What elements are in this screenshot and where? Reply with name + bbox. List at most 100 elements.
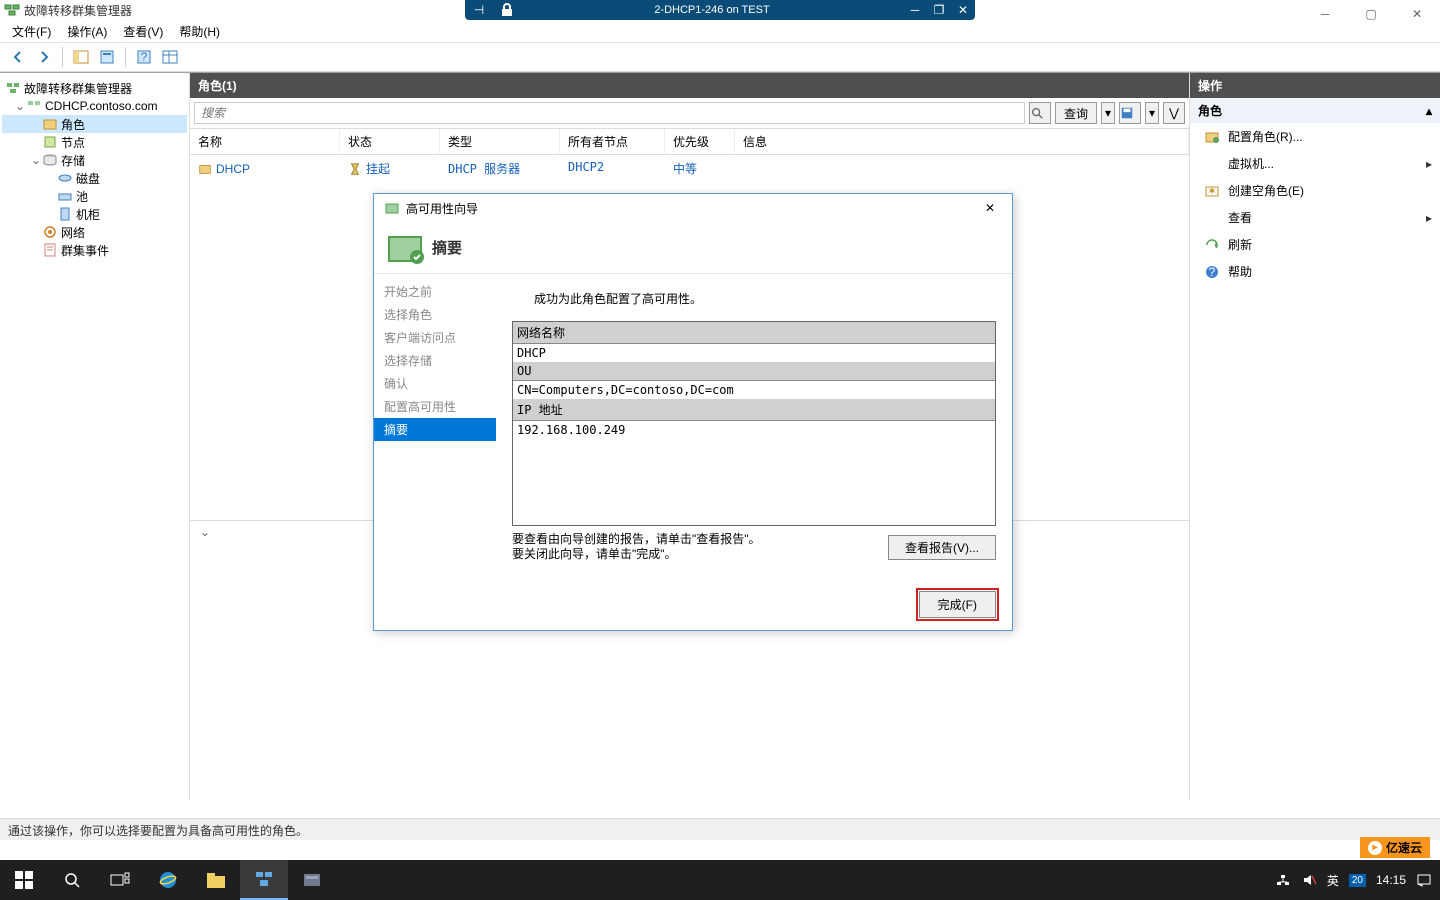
tree-pane: 故障转移群集管理器 ⌄ CDHCP.contoso.com 角色 节点 ⌄ 存储…: [0, 73, 190, 800]
cluster-manager-taskbar-button[interactable]: [240, 860, 288, 900]
query-dropdown[interactable]: ▾: [1101, 102, 1115, 124]
events-icon: [42, 242, 58, 258]
rdp-restore-button[interactable]: ❐: [927, 1, 951, 19]
row-priority: 中等: [665, 158, 735, 179]
menu-help[interactable]: 帮助(H): [175, 21, 224, 42]
save-query-button[interactable]: [1119, 102, 1141, 124]
tree-roles[interactable]: 角色: [2, 115, 187, 133]
tray-notifications-icon[interactable]: [1416, 872, 1432, 888]
tree-pools-label: 池: [76, 188, 88, 205]
netname-value: DHCP: [513, 344, 995, 362]
search-row: 查询 ▾ ▾ ⋁: [190, 98, 1189, 129]
forward-button[interactable]: [32, 45, 56, 69]
tree-nodes[interactable]: 节点: [2, 133, 187, 151]
network-icon: [42, 224, 58, 240]
properties-button[interactable]: [95, 45, 119, 69]
wizard-dialog: 高可用性向导 ✕ 摘要 开始之前 选择角色 客户端访问点 选择存储 确认 配置高…: [373, 193, 1013, 631]
action-create-empty[interactable]: ✶ 创建空角色(E): [1190, 177, 1440, 204]
statusbar: 通过该操作，你可以选择要配置为具备高可用性的角色。: [0, 818, 1440, 840]
menu-action[interactable]: 操作(A): [63, 21, 111, 42]
taskview-button[interactable]: [96, 860, 144, 900]
tray-time[interactable]: 14:15: [1376, 873, 1406, 887]
disk-icon: [57, 170, 73, 186]
search-taskbar-button[interactable]: [48, 860, 96, 900]
pin-icon[interactable]: ⊣: [471, 2, 487, 18]
finish-button[interactable]: 完成(F): [919, 591, 996, 618]
col-state[interactable]: 状态: [340, 129, 440, 154]
foot-line1: 要查看由向导创建的报告，请单击"查看报告"。: [512, 532, 761, 548]
wiz-step-before: 开始之前: [374, 280, 496, 303]
outer-minimize-button[interactable]: ─: [1302, 0, 1348, 28]
tray-volume-icon[interactable]: [1301, 872, 1317, 888]
action-refresh[interactable]: 刷新: [1190, 231, 1440, 258]
grid-header: 名称 状态 类型 所有者节点 优先级 信息: [190, 129, 1189, 155]
caret-down-icon[interactable]: ⌄: [14, 99, 26, 113]
collapse-icon[interactable]: ▴: [1426, 104, 1432, 118]
ou-header: OU: [513, 362, 995, 381]
search-input[interactable]: [194, 102, 1025, 124]
tray-ime[interactable]: 英: [1327, 872, 1339, 889]
wizard-foot-text: 要查看由向导创建的报告，请单击"查看报告"。 要关闭此向导，请单击"完成"。: [512, 526, 761, 569]
toolbar: ?: [0, 42, 1440, 72]
svg-text:?: ?: [141, 50, 148, 64]
tree-networks[interactable]: 网络: [2, 223, 187, 241]
tree-cabinet[interactable]: 机柜: [2, 205, 187, 223]
action-label: 刷新: [1228, 236, 1252, 253]
action-vm[interactable]: 虚拟机... ▸: [1190, 150, 1440, 177]
wizard-buttons: 完成(F): [374, 581, 1012, 630]
col-name[interactable]: 名称: [190, 129, 340, 154]
tree-cabinet-label: 机柜: [76, 206, 100, 223]
tree-root[interactable]: 故障转移群集管理器: [2, 79, 187, 97]
action-view[interactable]: 查看 ▸: [1190, 204, 1440, 231]
col-info[interactable]: 信息: [735, 129, 1189, 154]
menu-file[interactable]: 文件(F): [8, 21, 55, 42]
details-button[interactable]: [158, 45, 182, 69]
wiz-step-select-role: 选择角色: [374, 303, 496, 326]
col-owner[interactable]: 所有者节点: [560, 129, 665, 154]
rdp-close-button[interactable]: ✕: [951, 1, 975, 19]
col-type[interactable]: 类型: [440, 129, 560, 154]
table-row[interactable]: DHCP 挂起 DHCP 服务器 DHCP2 中等: [190, 155, 1189, 182]
outer-maximize-button[interactable]: ▢: [1348, 0, 1394, 28]
server-manager-taskbar-button[interactable]: [288, 860, 336, 900]
query-label: 查询: [1064, 107, 1088, 121]
svg-text:?: ?: [1209, 265, 1216, 279]
back-button[interactable]: [6, 45, 30, 69]
rdp-minimize-button[interactable]: ─: [903, 1, 927, 19]
wizard-summary-table: 网络名称 DHCP OU CN=Computers,DC=contoso,DC=…: [512, 321, 996, 526]
tray-ime2[interactable]: 20: [1349, 874, 1366, 887]
list-options-button[interactable]: ⋁: [1163, 102, 1185, 124]
submenu-arrow-icon: ▸: [1426, 211, 1432, 225]
refresh-icon: [1204, 237, 1220, 253]
tree-cluster[interactable]: ⌄ CDHCP.contoso.com: [2, 97, 187, 115]
wizard-icon: [384, 200, 400, 216]
wizard-message: 成功为此角色配置了高可用性。: [512, 286, 996, 321]
show-hide-tree-button[interactable]: [69, 45, 93, 69]
tree-roles-label: 角色: [61, 116, 85, 133]
action-help[interactable]: ? 帮助: [1190, 258, 1440, 285]
search-button[interactable]: [1029, 102, 1051, 124]
help-toolbar-button[interactable]: ?: [132, 45, 156, 69]
tree-disks[interactable]: 磁盘: [2, 169, 187, 187]
view-report-button[interactable]: 查看报告(V)...: [888, 535, 996, 560]
explorer-taskbar-button[interactable]: [192, 860, 240, 900]
col-priority[interactable]: 优先级: [665, 129, 735, 154]
tree-storage[interactable]: ⌄ 存储: [2, 151, 187, 169]
outer-close-button[interactable]: ✕: [1394, 0, 1440, 28]
start-button[interactable]: [0, 860, 48, 900]
caret-down-icon[interactable]: ⌄: [30, 153, 42, 167]
wiz-step-summary: 摘要: [374, 418, 496, 441]
action-configure-role[interactable]: 配置角色(R)...: [1190, 123, 1440, 150]
query-button[interactable]: 查询: [1055, 102, 1097, 124]
action-label: 帮助: [1228, 263, 1252, 280]
save-dropdown[interactable]: ▾: [1145, 102, 1159, 124]
wizard-close-button[interactable]: ✕: [978, 198, 1002, 218]
actions-header: 操作: [1190, 73, 1440, 98]
ie-taskbar-button[interactable]: [144, 860, 192, 900]
pool-icon: [57, 188, 73, 204]
ou-value: CN=Computers,DC=contoso,DC=com: [513, 381, 995, 399]
tree-pools[interactable]: 池: [2, 187, 187, 205]
tree-events[interactable]: 群集事件: [2, 241, 187, 259]
tray-network-icon[interactable]: [1275, 872, 1291, 888]
menu-view[interactable]: 查看(V): [119, 21, 167, 42]
